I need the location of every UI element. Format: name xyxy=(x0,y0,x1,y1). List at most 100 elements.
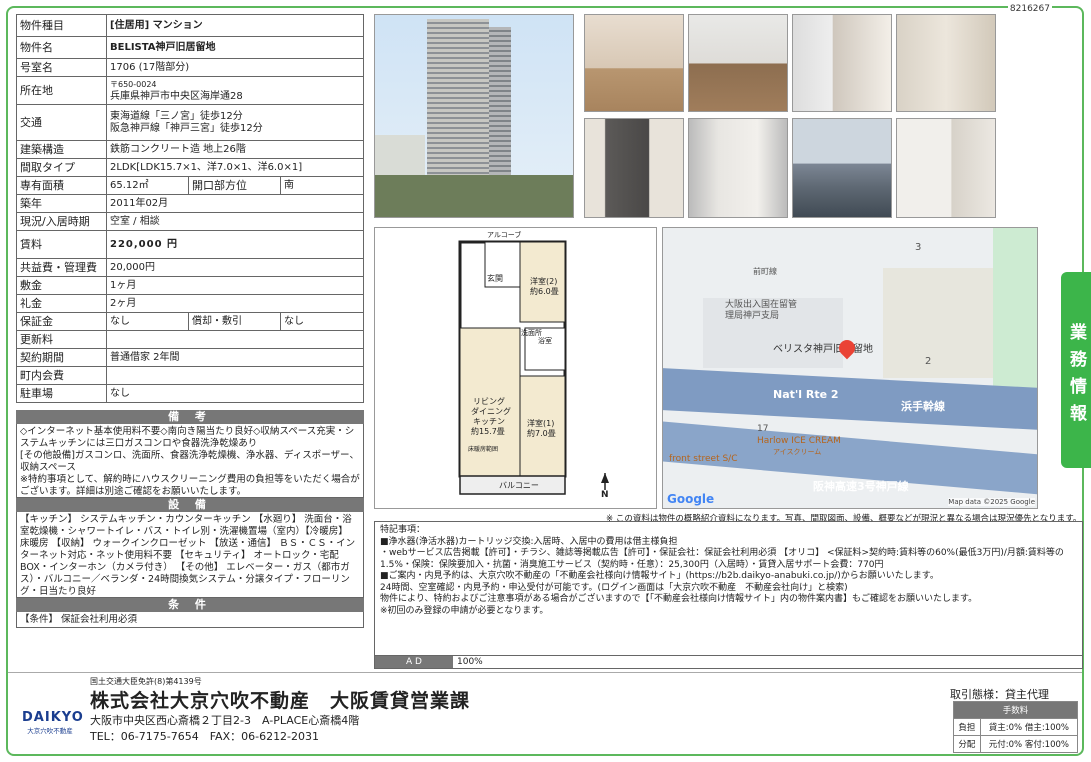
trees xyxy=(375,175,573,217)
transit-label: 交通 xyxy=(16,104,107,141)
notes-title: 特記事項： xyxy=(380,525,426,535)
business-info-tab[interactable]: 業務情報 xyxy=(1061,272,1091,468)
special-notes: 特記事項： ■浄水器(浄活水器)カートリッジ交換:入居時、入居中の費用は借主様負… xyxy=(374,521,1083,669)
fp-north: N xyxy=(601,490,609,500)
ad-label: A D xyxy=(375,656,453,668)
guar-value: なし xyxy=(106,312,189,331)
map-num3: 3 xyxy=(915,242,922,253)
map-shop1-sub: アイスクリーム xyxy=(773,448,822,456)
photo-toilet[interactable] xyxy=(896,14,996,112)
key-label: 礼金 xyxy=(16,294,107,313)
notes-line2: ・webサービス広告掲載【許可】・チラシ、雑誌等掲載広告【許可】・保証会社：保証… xyxy=(380,548,1064,570)
notes-line6: ※初回のみ登録の申請が必要となります。 xyxy=(380,605,549,616)
map-shop2: front street S/C xyxy=(669,454,738,464)
remarks-head: 備 考 xyxy=(16,410,364,424)
area-label: 専有面積 xyxy=(16,176,107,195)
daikyo-logo: DAIKYO 大京穴吹不動産 xyxy=(22,710,84,735)
map-block2 xyxy=(883,268,1003,378)
ad-row: A D 100% xyxy=(374,655,1083,669)
contract-label: 契約期間 xyxy=(16,348,107,367)
transit-1: 東海道線「三ノ宮」徒歩12分 xyxy=(110,110,243,122)
photo-bedroom[interactable] xyxy=(896,118,996,218)
photo-entrance[interactable] xyxy=(584,118,684,218)
conditions-body: 【条件】 保証会社利用必須 xyxy=(16,612,364,628)
layout-value: 2LDK[LDK15.7×1、洋7.0×1、洋6.0×1] xyxy=(106,158,364,177)
type-value: [住居用] マンション xyxy=(106,14,364,37)
amort-value: なし xyxy=(280,312,364,331)
rent-value: 220,000 円 xyxy=(106,230,364,259)
logo-main: DAIKYO xyxy=(22,710,84,725)
map-road3: 阪神高速3号神戸線 xyxy=(813,480,909,493)
building-photo[interactable] xyxy=(374,14,574,218)
photo-kitchen[interactable] xyxy=(688,14,788,112)
floorplan-svg xyxy=(458,240,609,495)
guar-label: 保証金 xyxy=(16,312,107,331)
ad-value: 100% xyxy=(457,657,483,667)
room-label: 号室名 xyxy=(16,58,107,77)
photo-hallway[interactable] xyxy=(688,118,788,218)
room-value: 1706 (17階部分) xyxy=(106,58,364,77)
map-building-label: ベリスタ神戸旧居留地 xyxy=(773,344,873,355)
footer-divider xyxy=(8,672,1082,673)
remarks-body: ◇インターネット基本使用料不要◇南向き陽当たり良好◇収納スペース充実・システムキ… xyxy=(16,424,364,498)
page-id: 8216267 xyxy=(1007,4,1052,14)
spec-table: 物件種目 [住居用] マンション 物件名 BELISTA神戸旧居留地 号室名 1706… xyxy=(16,14,364,403)
equipment-body: 【キッチン】 システムキッチン・カウンターキッチン 【水廻り】 洗面台・浴室乾燥… xyxy=(16,512,364,598)
transit-value: 東海道線「三ノ宮」徒歩12分 阪急神戸線「神戸三宮」徒歩12分 xyxy=(106,104,364,141)
struct-label: 建築構造 xyxy=(16,140,107,159)
transit-2: 阪急神戸線「神戸三宮」徒歩12分 xyxy=(110,122,263,134)
status-label: 現況/入居時期 xyxy=(16,212,107,231)
renew-value xyxy=(106,330,364,349)
equipment-head: 設 備 xyxy=(16,498,364,512)
common-label: 共益費・管理費 xyxy=(16,258,107,277)
addr-label: 所在地 xyxy=(16,76,107,105)
fee-table: 手数料 負担 貸主:0% 借主:100% 分配 元付:0% 客付:100% xyxy=(953,701,1079,753)
company-name: 株式会社大京穴吹不動産 大阪賃貸営業課 xyxy=(90,690,471,712)
trade-type: 取引態様：貸主代理 xyxy=(950,688,1049,701)
fee-r2-label: 分配 xyxy=(953,735,981,753)
map-num2: 2 xyxy=(925,356,932,367)
map[interactable]: Nat'l Rte 2 浜手幹線 阪神高速3号神戸線 前町線 大阪出入国在留管理… xyxy=(662,227,1038,509)
amort-label: 償却・敷引 xyxy=(188,312,281,331)
rent-label: 賃料 xyxy=(16,230,107,259)
contract-value: 普通借家 2年間 xyxy=(106,348,364,367)
name-label: 物件名 xyxy=(16,36,107,59)
map-street-top: 前町線 xyxy=(753,267,777,276)
photo-view[interactable] xyxy=(792,118,892,218)
addr-value: 〒650-0024 兵庫県神戸市中央区海岸通28 xyxy=(106,76,364,105)
fp-alcove: アルコーブ xyxy=(487,231,522,239)
map-immig: 大阪出入国在留管理局神戸支局 xyxy=(725,300,798,321)
fee-head: 手数料 xyxy=(953,701,1078,719)
deposit-value: 1ヶ月 xyxy=(106,276,364,295)
notes-line3: ■ご案内・内見予約は、大京穴吹不動産の「不動産会社様向け情報サイト」(https… xyxy=(380,571,939,581)
common-value: 20,000円 xyxy=(106,258,364,277)
photo-washroom[interactable] xyxy=(792,14,892,112)
map-park xyxy=(993,228,1037,408)
map-road1: Nat'l Rte 2 xyxy=(773,388,839,401)
addr-zip: 〒650-0024 xyxy=(110,79,157,89)
fp-living-size: 約15.7畳 xyxy=(471,427,505,436)
type-label: 物件種目 xyxy=(16,14,107,37)
status-value: 空室 / 相談 xyxy=(106,212,364,231)
floorplan[interactable]: アルコーブ 玄関 洋室(2) 約6.0畳 浴室 洗面所 リビング ダイニング キ… xyxy=(374,227,657,509)
fp-bed1-size: 約7.0畳 xyxy=(527,429,556,438)
notes-line4: 24時間、空室確認・内見予約・申込受付が可能です。(ログイン画面は「大京穴吹不動… xyxy=(380,582,848,593)
map-google-logo: Google xyxy=(667,492,715,506)
map-num17: 17 xyxy=(757,424,769,434)
fp-entrance: 玄関 xyxy=(487,274,503,283)
photo-living[interactable] xyxy=(584,14,684,112)
fp-wash: 洗面所 xyxy=(521,329,542,337)
map-road2: 浜手幹線 xyxy=(901,400,945,413)
key-value: 2ヶ月 xyxy=(106,294,364,313)
name-value: BELISTA神戸旧居留地 xyxy=(106,36,364,59)
notes-line5: 物件により、特約およびご注意事項がある場合がございますので【「不動産会社様向け情… xyxy=(380,594,978,604)
dir-value: 南 xyxy=(280,176,364,195)
notes-line1: ■浄水器(浄活水器)カートリッジ交換:入居時、入居中の費用は借主様負担 xyxy=(380,536,678,547)
layout-label: 間取タイプ xyxy=(16,158,107,177)
struct-value: 鉄筋コンクリート造 地上26階 xyxy=(106,140,364,159)
fp-balcony: バルコニー xyxy=(499,481,539,490)
fee-r1-label: 負担 xyxy=(953,718,981,736)
addr-text: 兵庫県神戸市中央区海岸通28 xyxy=(110,90,243,102)
company-tel: TEL：06-7175-7654 FAX：06-6212-2031 xyxy=(90,730,320,743)
built-label: 築年 xyxy=(16,194,107,213)
